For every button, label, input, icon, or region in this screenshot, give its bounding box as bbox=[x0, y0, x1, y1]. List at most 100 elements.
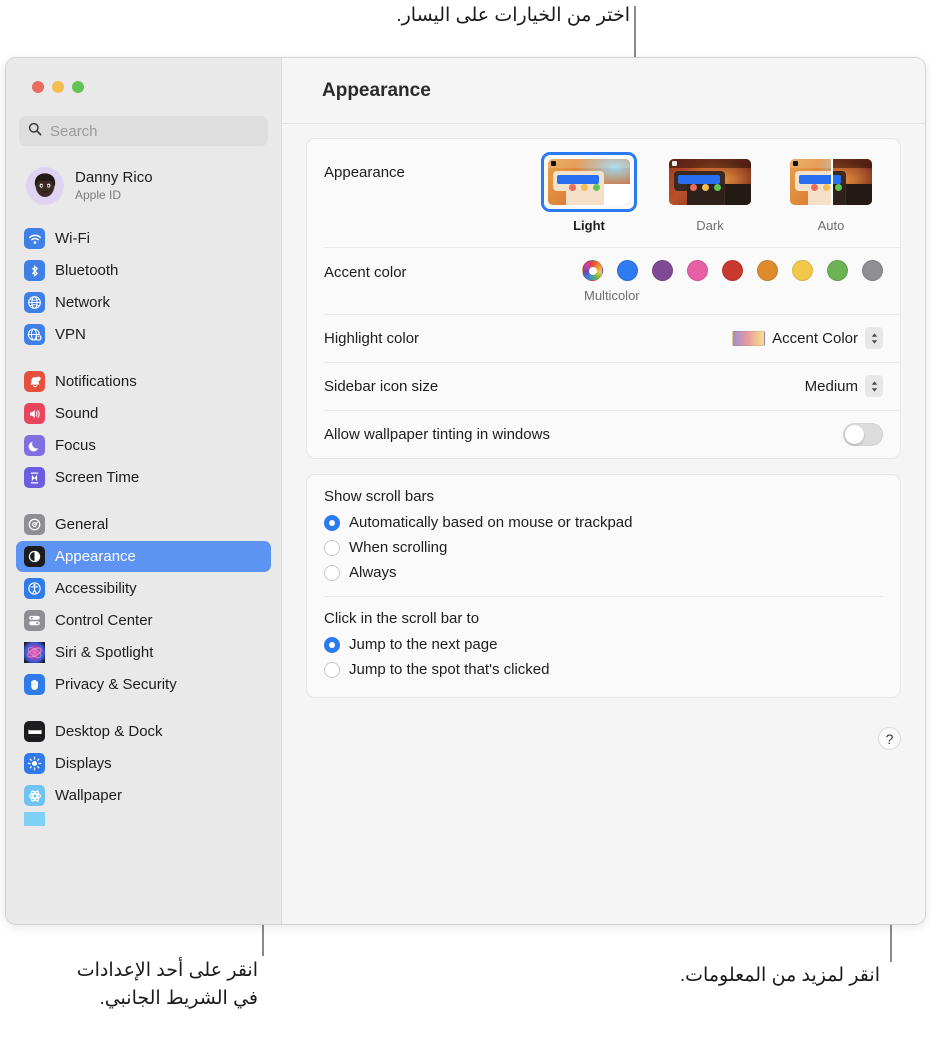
wallpaper-tinting-toggle[interactable] bbox=[843, 422, 883, 446]
sidebar-item-desktop-dock[interactable]: Desktop & Dock bbox=[16, 716, 271, 747]
callout-help-text: انقر لمزيد من المعلومات. bbox=[679, 965, 880, 986]
accessibility-icon bbox=[24, 578, 45, 599]
appearance-row: Appearance Light Dark Auto bbox=[307, 139, 900, 247]
hand-icon bbox=[24, 674, 45, 695]
highlight-color-value: Accent Color bbox=[772, 329, 858, 347]
chevron-updown-icon bbox=[865, 375, 883, 397]
accent-swatch-green[interactable] bbox=[827, 260, 848, 281]
radio-button[interactable] bbox=[324, 564, 340, 581]
accent-selected-caption: Multicolor bbox=[584, 288, 640, 303]
apple-id-row[interactable]: Danny Rico Apple ID bbox=[22, 163, 268, 209]
theme-options: Light Dark Auto bbox=[541, 152, 883, 233]
accent-swatch-multicolor[interactable] bbox=[582, 260, 603, 281]
highlight-color-popup[interactable]: Accent Color bbox=[732, 327, 883, 349]
bluetooth-icon bbox=[24, 260, 45, 281]
sidebar-item-general[interactable]: General bbox=[16, 509, 271, 540]
help-button[interactable]: ? bbox=[878, 727, 901, 750]
accent-swatch-purple[interactable] bbox=[652, 260, 673, 281]
theme-caption: Auto bbox=[817, 218, 845, 233]
sidebar-item-label: Displays bbox=[55, 755, 112, 772]
account-name: Danny Rico bbox=[75, 168, 153, 186]
wallpaper-tinting-label: Allow wallpaper tinting in windows bbox=[324, 425, 550, 443]
sidebar-item-bluetooth[interactable]: Bluetooth bbox=[16, 255, 271, 286]
settings-content: Appearance Light Dark Auto Accent color … bbox=[282, 124, 925, 713]
main-panel: Appearance Appearance Light Dark Auto Ac… bbox=[282, 58, 925, 924]
sidebar-item-label: Wi-Fi bbox=[55, 230, 90, 247]
appearance-label: Appearance bbox=[324, 164, 405, 181]
sidebar-item-siri-spotlight[interactable]: Siri & Spotlight bbox=[16, 637, 271, 668]
close-button[interactable] bbox=[32, 81, 44, 93]
radio-option-always[interactable]: Always bbox=[324, 560, 883, 585]
sidebar-item-displays[interactable]: Displays bbox=[16, 748, 271, 779]
minimize-button[interactable] bbox=[52, 81, 64, 93]
gear-icon bbox=[24, 514, 45, 535]
accent-swatch-blue[interactable] bbox=[617, 260, 638, 281]
sidebar-item-label: Screen Time bbox=[55, 469, 140, 486]
theme-option-auto[interactable]: Auto bbox=[783, 152, 879, 233]
sidebar-group-system: General Appearance Accessibility Control… bbox=[16, 509, 271, 700]
theme-option-light[interactable]: Light bbox=[541, 152, 637, 233]
radio-button[interactable] bbox=[324, 514, 340, 531]
page-title: Appearance bbox=[322, 79, 431, 101]
radio-option-next-page[interactable]: Jump to the next page bbox=[324, 632, 883, 657]
scroll-bars-card: Show scroll bars Automatically based on … bbox=[306, 474, 901, 698]
accent-swatch-orange[interactable] bbox=[757, 260, 778, 281]
sidebar-item-label: Desktop & Dock bbox=[55, 723, 163, 740]
highlight-color-label: Highlight color bbox=[324, 329, 420, 347]
callout-top-text: اختر من الخيارات على اليسار. bbox=[396, 5, 630, 26]
search-input[interactable]: Search bbox=[19, 116, 268, 146]
sidebar-icon-size-popup[interactable]: Medium bbox=[805, 375, 883, 397]
accent-swatch-red[interactable] bbox=[722, 260, 743, 281]
accent-swatches bbox=[582, 260, 883, 281]
accent-swatch-yellow[interactable] bbox=[792, 260, 813, 281]
accent-swatch-pink[interactable] bbox=[687, 260, 708, 281]
sidebar-item-wi-fi[interactable]: Wi-Fi bbox=[16, 223, 271, 254]
highlight-gradient-swatch bbox=[732, 330, 766, 346]
accent-swatch-graphite[interactable] bbox=[862, 260, 883, 281]
radio-button[interactable] bbox=[324, 636, 340, 653]
avatar bbox=[26, 167, 64, 205]
sidebar-item-accessibility[interactable]: Accessibility bbox=[16, 573, 271, 604]
theme-option-dark[interactable]: Dark bbox=[662, 152, 758, 233]
radio-option-spot-clicked[interactable]: Jump to the spot that's clicked bbox=[324, 657, 883, 682]
sidebar-item-label: Control Center bbox=[55, 612, 153, 629]
screen-saver-icon bbox=[24, 812, 45, 826]
sidebar-item-vpn[interactable]: VPN bbox=[16, 319, 271, 350]
sidebar-item-label: Accessibility bbox=[55, 580, 137, 597]
radio-button[interactable] bbox=[324, 539, 340, 556]
sidebar-item-wallpaper[interactable]: Wallpaper bbox=[16, 780, 271, 811]
sidebar-item-sound[interactable]: Sound bbox=[16, 398, 271, 429]
light-theme-thumbnail bbox=[548, 159, 630, 205]
radio-label: Automatically based on mouse or trackpad bbox=[349, 514, 633, 531]
sidebar: Search Danny Rico Apple ID Wi-Fi Bluetoo… bbox=[6, 58, 282, 924]
sidebar-group-desktop: Desktop & Dock Displays Wallpaper bbox=[16, 716, 271, 826]
sidebar-icon-size-row: Sidebar icon size Medium bbox=[307, 362, 900, 410]
radio-button[interactable] bbox=[324, 661, 340, 678]
wifi-icon bbox=[24, 228, 45, 249]
sidebar-item-privacy-security[interactable]: Privacy & Security bbox=[16, 669, 271, 700]
sidebar-item-notifications[interactable]: Notifications bbox=[16, 366, 271, 397]
help-button-label: ? bbox=[885, 730, 894, 747]
radio-label: Jump to the next page bbox=[349, 636, 498, 653]
moon-icon bbox=[24, 435, 45, 456]
sidebar-item-label: Notifications bbox=[55, 373, 137, 390]
sidebar-icon-size-value: Medium bbox=[804, 377, 858, 395]
radio-option-automatic[interactable]: Automatically based on mouse or trackpad bbox=[324, 510, 883, 535]
sidebar-item-screen-time[interactable]: Screen Time bbox=[16, 462, 271, 493]
speaker-icon bbox=[24, 403, 45, 424]
hourglass-icon bbox=[24, 467, 45, 488]
show-scroll-bars-title: Show scroll bars bbox=[324, 488, 435, 505]
sidebar-item-focus[interactable]: Focus bbox=[16, 430, 271, 461]
sidebar-item-network[interactable]: Network bbox=[16, 287, 271, 318]
sidebar-item-partial[interactable] bbox=[16, 812, 271, 826]
divider bbox=[324, 596, 883, 597]
sidebar-item-control-center[interactable]: Control Center bbox=[16, 605, 271, 636]
radio-option-when-scrolling[interactable]: When scrolling bbox=[324, 535, 883, 560]
zoom-button[interactable] bbox=[72, 81, 84, 93]
account-subtitle: Apple ID bbox=[75, 187, 122, 202]
sidebar-item-label: Appearance bbox=[55, 548, 136, 565]
sidebar-item-label: Sound bbox=[55, 405, 99, 422]
desktop-dock-icon bbox=[24, 721, 45, 742]
sidebar-item-label: Focus bbox=[55, 437, 96, 454]
sidebar-item-appearance[interactable]: Appearance bbox=[16, 541, 271, 572]
